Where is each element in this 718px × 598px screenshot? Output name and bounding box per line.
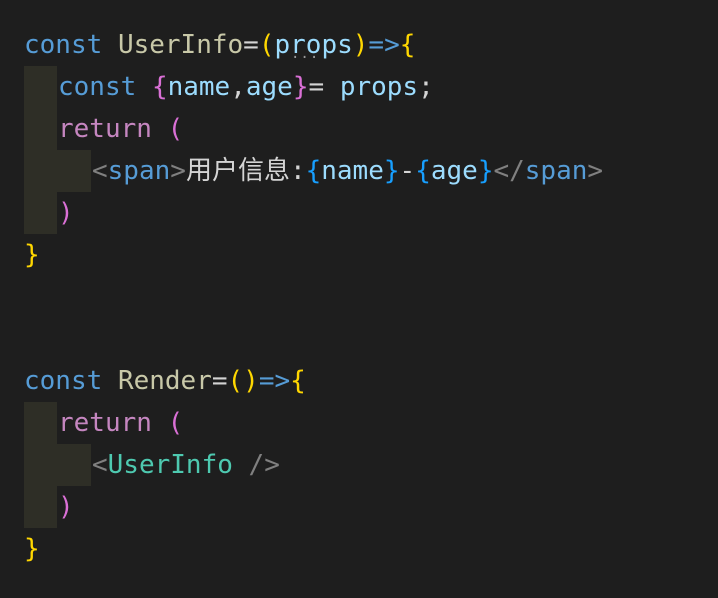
indent-guide <box>57 444 91 486</box>
tag-name: span <box>107 156 171 186</box>
brace: { <box>415 156 431 186</box>
code-line-13[interactable]: } <box>24 528 40 570</box>
tag-bracket: < <box>92 450 108 480</box>
paren: ) <box>58 198 74 228</box>
code-line-2[interactable]: const {name,age}= props; <box>58 66 434 108</box>
keyword-return: return <box>58 408 152 438</box>
tag-bracket: /> <box>248 450 280 480</box>
brace: } <box>292 72 309 102</box>
brace: } <box>477 156 494 186</box>
brace: } <box>24 240 40 270</box>
function-name: UserInfo <box>117 30 244 60</box>
operator: = <box>211 366 228 396</box>
tag-name: span <box>524 156 588 186</box>
var-age: age <box>430 156 478 186</box>
tag-bracket: </ <box>493 156 525 186</box>
brace: } <box>24 534 40 564</box>
indent-guide <box>24 402 57 528</box>
indent-guide <box>57 150 91 192</box>
code-line-9[interactable]: const Render=()=>{ <box>24 360 306 402</box>
brace: } <box>383 156 400 186</box>
var-name: name <box>167 72 231 102</box>
jsx-text: 用户信息: <box>185 156 306 186</box>
brace: { <box>399 30 416 60</box>
tag-bracket: > <box>587 156 604 186</box>
paren: ( <box>167 114 184 144</box>
code-line-5[interactable]: ) <box>58 192 74 234</box>
tag-bracket: < <box>92 156 108 186</box>
paren: ) <box>58 492 74 522</box>
var-props: props <box>339 72 419 102</box>
var-name: name <box>321 156 384 186</box>
indent-guide <box>24 66 57 234</box>
component-name: UserInfo <box>107 450 233 480</box>
code-line-6[interactable]: } <box>24 234 40 276</box>
paren: ) <box>352 30 369 60</box>
hint-dots-icon: ··· <box>291 50 320 66</box>
code-line-11[interactable]: <UserInfo /> <box>92 444 280 486</box>
paren: ( <box>167 408 184 438</box>
code-line-1[interactable]: const UserInfo=(props)=>{ <box>24 24 415 66</box>
code-line-4[interactable]: <span>用户信息:{name}-{age}</span> <box>92 150 603 192</box>
var-age: age <box>245 72 293 102</box>
brace: { <box>151 72 168 102</box>
code-editor[interactable]: const UserInfo=(props)=>{ ··· const {nam… <box>0 0 718 598</box>
function-name: Render <box>117 366 212 396</box>
operator: = <box>308 72 340 102</box>
operator: = <box>243 30 259 60</box>
paren: ( <box>258 30 275 60</box>
keyword-const: const <box>58 72 137 102</box>
tag-bracket: > <box>170 156 186 186</box>
jsx-text: - <box>399 156 416 186</box>
keyword-const: const <box>24 366 103 396</box>
comma: , <box>230 72 246 102</box>
arrow: => <box>258 366 291 396</box>
code-line-3[interactable]: return ( <box>58 108 183 150</box>
paren: () <box>227 366 259 396</box>
brace: { <box>305 156 322 186</box>
code-line-10[interactable]: return ( <box>58 402 183 444</box>
keyword-return: return <box>58 114 152 144</box>
semicolon: ; <box>418 72 434 102</box>
code-line-12[interactable]: ) <box>58 486 74 528</box>
keyword-const: const <box>24 30 103 60</box>
brace: { <box>290 366 306 396</box>
arrow: => <box>368 30 400 60</box>
